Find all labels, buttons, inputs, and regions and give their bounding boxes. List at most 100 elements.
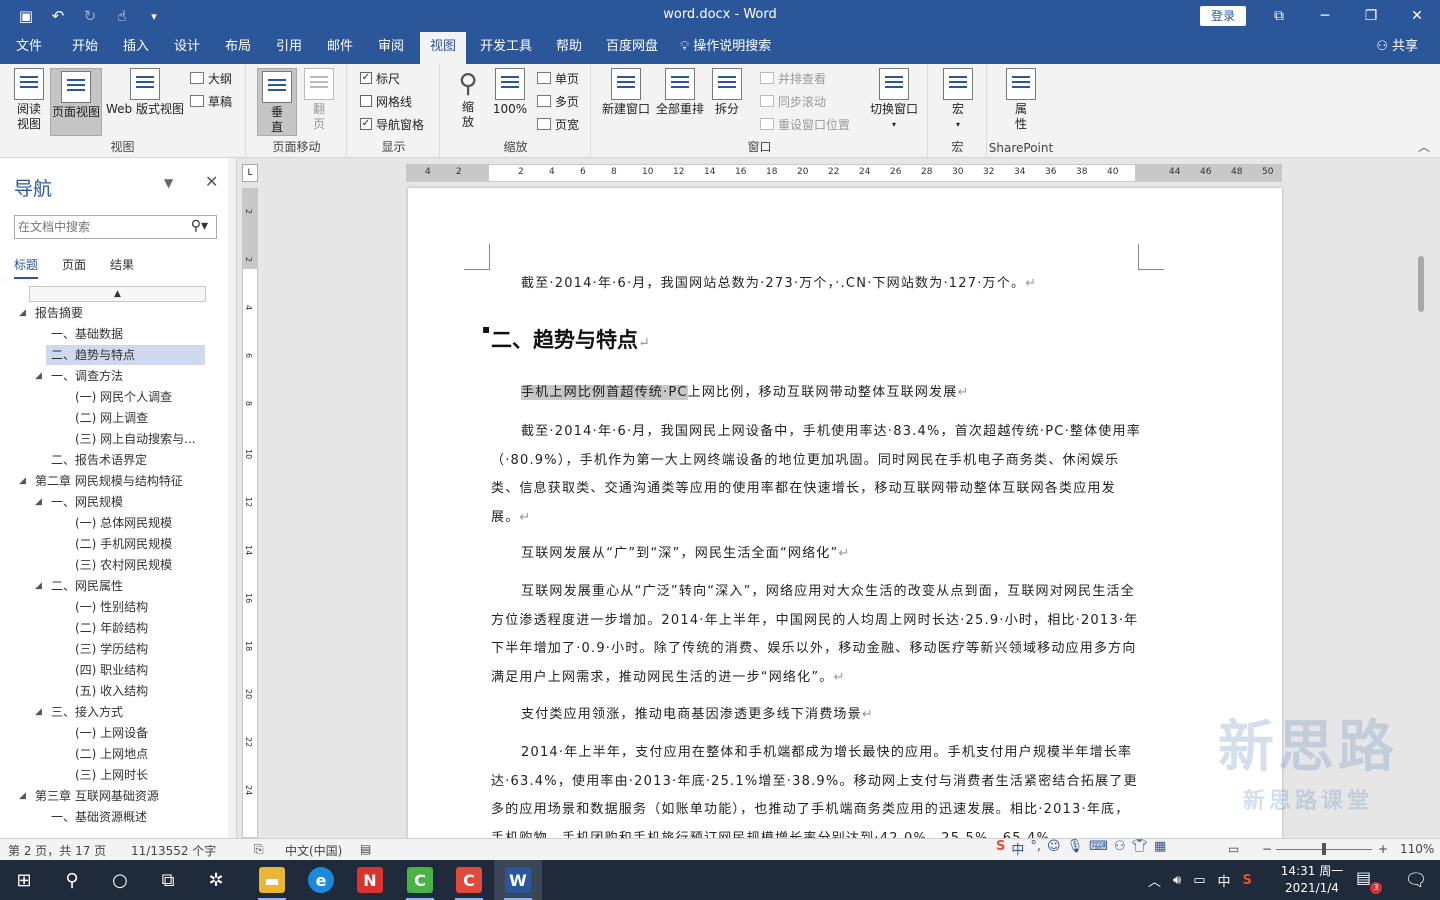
switch-windows-button[interactable]: 切换窗口 ▾ xyxy=(866,68,922,132)
macros-button[interactable]: 宏 ▾ xyxy=(941,68,975,132)
expand-triangle-icon[interactable]: ◢ xyxy=(35,576,42,596)
scroll-up-bar[interactable]: ▲ xyxy=(29,286,206,302)
paragraph[interactable]: 支付类应用领涨，推动电商基因渗透更多线下消费场景↵ xyxy=(491,701,1141,730)
one-page-button[interactable]: 单页 xyxy=(537,68,579,88)
split-button[interactable]: 拆分 xyxy=(710,68,744,117)
chevron-up-icon[interactable]: ︿ xyxy=(1148,871,1161,890)
notification-icon[interactable]: ▤ 3 xyxy=(1356,868,1382,894)
task-view-icon[interactable]: ⧉ xyxy=(144,860,192,900)
nav-heading-item[interactable]: (五) 收入结构 xyxy=(0,681,230,701)
paragraph[interactable]: 互联网发展重心从“广泛”转向“深入”，网络应用对大众生活的改变从点到面，互联网对… xyxy=(491,578,1141,692)
side-by-side-button[interactable]: 并排查看 xyxy=(760,68,826,88)
tab-file[interactable]: 文件 xyxy=(8,32,50,64)
nav-heading-item[interactable]: (一) 总体网民规模 xyxy=(0,513,230,533)
ruler-checkbox[interactable]: ✓ 标尺 xyxy=(360,68,400,88)
paragraph[interactable]: 互联网发展从“广”到“深”，网民生活全面“网络化”↵ xyxy=(491,540,1141,569)
nav-heading-item[interactable]: 一、基础数据 xyxy=(0,324,230,344)
nav-heading-item[interactable]: 二、报告术语界定 xyxy=(0,450,230,470)
nav-close-icon[interactable]: ✕ xyxy=(205,172,218,191)
zoom-button[interactable]: ⚲ 缩 放 xyxy=(451,68,485,130)
nav-heading-item[interactable]: (四) 职业结构 xyxy=(0,660,230,680)
nav-heading-item[interactable]: (二) 上网地点 xyxy=(0,744,230,764)
paragraph[interactable]: 2014·年上半年，支付应用在整体和手机端都成为增长最快的应用。手机支付用户规模… xyxy=(491,739,1141,838)
tell-me-search[interactable]: 💡︎ 操作说明搜索 xyxy=(680,32,771,64)
gridlines-checkbox[interactable]: 网格线 xyxy=(360,91,412,111)
minimize-icon[interactable]: ─ xyxy=(1302,0,1348,32)
search-icon[interactable]: ⚲▾ xyxy=(191,218,208,234)
tab-mailings[interactable]: 邮件 xyxy=(319,32,361,64)
nav-heading-item[interactable]: (二) 手机网民规模 xyxy=(0,534,230,554)
tab-insert[interactable]: 插入 xyxy=(115,32,157,64)
nav-heading-item[interactable]: (一) 上网设备 xyxy=(0,723,230,743)
vertical-button[interactable]: 垂 直 xyxy=(257,68,297,136)
nav-heading-item[interactable]: (一) 网民个人调查 xyxy=(0,387,230,407)
nav-pane-checkbox[interactable]: ✓ 导航窗格 xyxy=(360,114,424,134)
close-icon[interactable]: ✕ xyxy=(1394,0,1440,32)
tab-view[interactable]: 视图 xyxy=(420,32,466,64)
clock[interactable]: 14:31 周一 2021/1/4 xyxy=(1280,863,1344,897)
paragraph[interactable]: 截至·2014·年·6·月，我国网民上网设备中，手机使用率达·83.4%，首次超… xyxy=(491,418,1141,532)
pinwheel-app-icon[interactable]: ✲ xyxy=(192,860,240,900)
tab-developer[interactable]: 开发工具 xyxy=(472,32,540,64)
language[interactable]: 中文(中国) xyxy=(285,842,342,859)
nav-heading-item[interactable]: (二) 年龄结构 xyxy=(0,618,230,638)
collapse-ribbon-icon[interactable]: ︿ xyxy=(1418,138,1430,155)
touch-mode-icon[interactable]: ☝ xyxy=(108,4,136,28)
nav-heading-item[interactable]: 一、基础资源概述 xyxy=(0,807,230,827)
nav-options-icon[interactable]: ▼ xyxy=(164,176,173,190)
nav-heading-item[interactable]: (三) 网上自动搜索与... xyxy=(0,429,230,449)
expand-triangle-icon[interactable]: ◢ xyxy=(19,303,26,323)
tab-layout[interactable]: 布局 xyxy=(217,32,259,64)
macro-record-icon[interactable]: ▤ xyxy=(360,842,371,856)
side-to-side-button[interactable]: 翻 页 xyxy=(301,68,337,132)
proofing-icon[interactable]: ⎘ xyxy=(254,842,264,857)
ime-toolbar[interactable]: S 中 °, ☺ 🎙︎ ⌨ ⚇ 👕︎ ▦ xyxy=(996,839,1166,858)
camtasia-green-icon[interactable]: C xyxy=(396,860,444,900)
multiple-pages-button[interactable]: 多页 xyxy=(537,91,579,111)
nav-heading-item[interactable]: (三) 学历结构 xyxy=(0,639,230,659)
vertical-scrollbar[interactable] xyxy=(1415,158,1427,838)
tab-review[interactable]: 审阅 xyxy=(370,32,412,64)
nav-search-input[interactable] xyxy=(15,216,180,238)
heading-trends[interactable]: ▪ 二、趋势与特点↵ xyxy=(482,322,650,354)
nav-heading-item[interactable]: ◢ 一、调查方法 xyxy=(0,366,230,386)
file-explorer-icon[interactable]: ▬ xyxy=(248,860,296,900)
search-icon[interactable]: ⚲ xyxy=(48,860,96,900)
document-page[interactable]: 截至·2014·年·6·月，我国网站总数为·273·万个，·.CN·下网站数为·… xyxy=(408,188,1282,838)
nav-scrollbar[interactable] xyxy=(228,158,236,838)
expand-triangle-icon[interactable]: ◢ xyxy=(35,492,42,512)
zoom-in-icon[interactable]: + xyxy=(1378,842,1388,856)
share-button[interactable]: ⚇ 共享 xyxy=(1376,32,1418,64)
zoom-slider-thumb[interactable] xyxy=(1322,843,1326,855)
reset-window-position-button[interactable]: 重设窗口位置 xyxy=(760,114,850,134)
tab-selector[interactable]: L xyxy=(242,164,258,182)
ribbon-display-options-icon[interactable]: ⧉ xyxy=(1256,0,1302,32)
n-app-icon[interactable]: N xyxy=(346,860,394,900)
zoom-100-button[interactable]: 100% xyxy=(491,68,529,117)
nav-tab-headings[interactable]: 标题 xyxy=(14,256,39,279)
arrange-all-button[interactable]: 全部重排 xyxy=(654,68,706,117)
horizontal-ruler[interactable]: 4 2 2 4 6 8 10 12 14 16 18 20 22 24 26 28 30 32 34 36 38 40 44… xyxy=(406,164,1282,182)
nav-tab-results[interactable]: 结果 xyxy=(110,256,134,279)
undo-icon[interactable]: ↶ xyxy=(44,4,72,28)
vertical-ruler[interactable]: 2 2 4 6 8 10 12 14 16 18 20 22 24 xyxy=(242,188,258,838)
nav-heading-item[interactable]: ◢ 第三章 互联网基础资源 xyxy=(0,786,230,806)
expand-triangle-icon[interactable]: ◢ xyxy=(19,786,26,806)
scrollbar-thumb[interactable] xyxy=(1418,256,1424,312)
nav-heading-item[interactable]: (二) 网上调查 xyxy=(0,408,230,428)
nav-heading-item[interactable]: ◢ 二、网民属性 xyxy=(0,576,230,596)
page-count[interactable]: 第 2 页，共 17 页 xyxy=(8,842,106,859)
paragraph[interactable]: 手机上网比例首超传统·PC上网比例，移动互联网带动整体互联网发展↵ xyxy=(491,379,1141,408)
camtasia-red-icon[interactable]: C xyxy=(445,860,493,900)
nav-heading-item[interactable]: ◢ 一、网民规模 xyxy=(0,492,230,512)
word-app-icon[interactable]: W xyxy=(494,860,542,900)
nav-heading-item[interactable]: (三) 上网时长 xyxy=(0,765,230,785)
outline-button[interactable]: 大纲 xyxy=(190,68,232,88)
web-layout-button[interactable]: Web 版式视图 xyxy=(104,68,186,117)
tab-baidu-netdisk[interactable]: 百度网盘 xyxy=(598,32,666,64)
properties-button[interactable]: 属 性 xyxy=(1004,68,1038,132)
draft-button[interactable]: 草稿 xyxy=(190,91,232,111)
expand-triangle-icon[interactable]: ◢ xyxy=(19,471,26,491)
nav-heading-item[interactable]: (一) 性别结构 xyxy=(0,597,230,617)
nav-heading-item[interactable]: ◢ 三、接入方式 xyxy=(0,702,230,722)
